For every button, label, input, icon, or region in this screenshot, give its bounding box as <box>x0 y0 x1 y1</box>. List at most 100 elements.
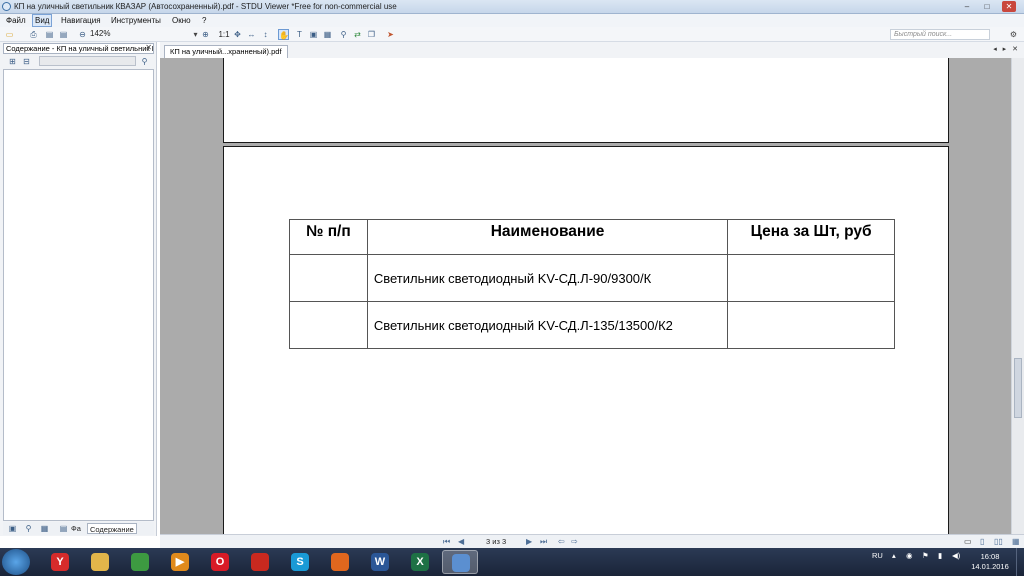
print-icon[interactable]: ⎙ <box>28 29 39 40</box>
tray-expand-icon[interactable]: ▴ <box>892 551 896 560</box>
taskbar-app-opera[interactable]: O <box>202 550 238 574</box>
pdf-page-3: № п/п Наименование Цена за Шт, руб Свети… <box>223 146 949 534</box>
select-text-icon[interactable]: T <box>294 29 305 40</box>
menu-help[interactable]: ? <box>200 15 208 26</box>
taskbar-app-skype[interactable]: S <box>282 550 318 574</box>
file-explorer-icon <box>91 553 109 571</box>
document-tab-bar: КП на уличный...хранненый).pdf ◂ ▸ ✕ <box>160 42 1024 58</box>
tab-nav-arrows-icon[interactable]: ◂ ▸ ✕ <box>993 45 1020 53</box>
select-image-icon[interactable]: ▣ <box>308 29 319 40</box>
zoom-out-icon[interactable]: ⊖ <box>77 29 88 40</box>
status-bar: ⏮ ◀ 3 из 3 ▶ ⏭ ⇦ ⇨ ▭ ▯ ▯▯ ▦ <box>160 534 1024 548</box>
prev-page-icon[interactable]: ▤ <box>44 29 55 40</box>
start-button[interactable] <box>2 549 30 575</box>
table-header-row: № п/п Наименование Цена за Шт, руб <box>289 219 895 255</box>
collapse-all-icon[interactable]: ⊟ <box>21 56 32 67</box>
last-page-icon[interactable]: ⏭ <box>540 537 547 547</box>
files-tab-icon[interactable]: ▤ <box>58 523 69 534</box>
find-icon[interactable]: ⚲ <box>338 29 349 40</box>
zoom-in-icon[interactable]: ⊕ <box>200 29 211 40</box>
cell-name: Светильник светодиодный KV-СД.Л-90/9300/… <box>366 254 729 302</box>
sidebar-close-icon[interactable]: ✕ <box>145 43 152 52</box>
prev-page-arrow-icon[interactable]: ◀ <box>458 537 464 546</box>
table-row: Светильник светодиодный KV-СД.Л-90/9300/… <box>289 254 895 302</box>
facing-pages-icon[interactable]: ▦ <box>1012 537 1020 546</box>
fit-height-icon[interactable]: ↕ <box>260 29 271 40</box>
first-page-icon[interactable]: ⏮ <box>443 537 450 547</box>
next-page-arrow-icon[interactable]: ▶ <box>526 537 532 546</box>
fit-width-icon[interactable]: ↔ <box>246 29 257 40</box>
taskbar-app-media-player[interactable]: ▶ <box>162 550 198 574</box>
menu-navigation[interactable]: Навигация <box>59 15 103 26</box>
volume-icon[interactable]: ◀) <box>952 551 960 560</box>
search-tab-icon[interactable]: ⚲ <box>23 523 34 534</box>
column-header-number: № п/п <box>289 219 368 255</box>
hand-tool-icon[interactable]: ✋ <box>278 29 289 40</box>
toolbar: ▭ ⎙ ▤ ▤ ⊖ 142% ▾ ⊕ 1:1 ✥ ↔ ↕ ✋ T ▣ ▦ ⚲ ⇄… <box>0 27 1024 42</box>
taskbar-app-word[interactable]: W <box>362 550 398 574</box>
two-pages-icon[interactable]: ▯▯ <box>994 537 1003 546</box>
continuous-mode-icon[interactable]: ▭ <box>964 537 972 546</box>
menu-window[interactable]: Окно <box>170 15 193 26</box>
vertical-scrollbar[interactable] <box>1011 58 1024 534</box>
yandex-browser-icon: Y <box>51 553 69 571</box>
snapshot-icon[interactable]: ▦ <box>322 29 333 40</box>
show-desktop-button[interactable] <box>1016 548 1024 576</box>
taskbar-app-pdf-reader[interactable] <box>242 550 278 574</box>
close-button[interactable]: ✕ <box>1002 1 1016 12</box>
firefox-icon <box>331 553 349 571</box>
sync-icon[interactable]: ⇄ <box>352 29 363 40</box>
contents-panel[interactable] <box>3 69 154 521</box>
sidebar-toolbar: ⊞ ⊟ ⚲ <box>3 55 154 68</box>
tab-contents[interactable]: Содержание <box>87 523 137 534</box>
cell-price <box>727 254 895 302</box>
fit-page-icon[interactable]: ✥ <box>232 29 243 40</box>
next-page-icon[interactable]: ▤ <box>58 29 69 40</box>
history-forward-icon[interactable]: ⇨ <box>571 537 578 546</box>
windows-taskbar: Y ▶ O S W X RU ▴ ◉ ⚑ ▮ ◀) 16:08 14.01.2016 <box>0 548 1024 576</box>
opera-icon: O <box>211 553 229 571</box>
window-title: КП на уличный светильник КВАЗАР (Автосох… <box>14 2 397 11</box>
quick-search-input[interactable]: Быстрый поиск... <box>890 29 990 40</box>
pdf-reader-icon <box>251 553 269 571</box>
taskbar-app-yandex-browser[interactable]: Y <box>42 550 78 574</box>
sidebar-title: Содержание - КП на уличный светильник КВ… <box>6 44 153 53</box>
menu-file[interactable]: Файл <box>4 15 28 26</box>
taskbar-app-stdu-viewer[interactable] <box>442 550 478 574</box>
thumbnails-tab-icon[interactable]: ▣ <box>7 523 18 534</box>
table-tab-icon[interactable]: ▦ <box>39 523 50 534</box>
sidebar-find-icon[interactable]: ⚲ <box>139 56 150 67</box>
cell-price <box>727 301 895 349</box>
bookmark-icon[interactable]: ➤ <box>385 29 396 40</box>
language-indicator[interactable]: RU <box>872 551 883 560</box>
pdf-page-2 <box>223 58 949 143</box>
taskbar-app-chrome[interactable] <box>122 550 158 574</box>
page-indicator[interactable]: 3 из 3 <box>486 537 506 546</box>
taskbar-app-firefox[interactable] <box>322 550 358 574</box>
flag-icon[interactable]: ⚑ <box>922 551 929 560</box>
copy-icon[interactable]: ❐ <box>366 29 377 40</box>
tray-app-icon[interactable]: ◉ <box>906 551 913 560</box>
taskbar-app-excel[interactable]: X <box>402 550 438 574</box>
network-icon[interactable]: ▮ <box>938 551 942 560</box>
minimize-button[interactable]: – <box>960 1 974 12</box>
search-options-icon[interactable]: ⚙ <box>1008 29 1019 40</box>
history-back-icon[interactable]: ⇦ <box>558 537 565 546</box>
excel-icon: X <box>411 553 429 571</box>
tab-files[interactable]: Фа <box>71 523 81 534</box>
open-folder-icon[interactable]: ▭ <box>4 29 15 40</box>
zoom-level[interactable]: 142% <box>90 29 110 38</box>
menu-view[interactable]: Вид <box>32 14 53 27</box>
clock[interactable]: 16:08 14.01.2016 <box>970 552 1010 572</box>
scrollbar-thumb[interactable] <box>1014 358 1022 418</box>
taskbar-app-file-explorer[interactable] <box>82 550 118 574</box>
maximize-button[interactable]: □ <box>980 1 994 12</box>
sidebar-filter-input[interactable] <box>39 56 136 66</box>
table-row: Светильник светодиодный KV-СД.Л-135/1350… <box>289 301 895 349</box>
menu-tools[interactable]: Инструменты <box>109 15 163 26</box>
expand-all-icon[interactable]: ⊞ <box>7 56 18 67</box>
document-viewport[interactable]: № п/п Наименование Цена за Шт, руб Свети… <box>160 58 1011 534</box>
actual-size-button[interactable]: 1:1 <box>217 29 231 40</box>
tab-document[interactable]: КП на уличный...хранненый).pdf <box>164 45 288 58</box>
single-page-icon[interactable]: ▯ <box>980 537 984 546</box>
